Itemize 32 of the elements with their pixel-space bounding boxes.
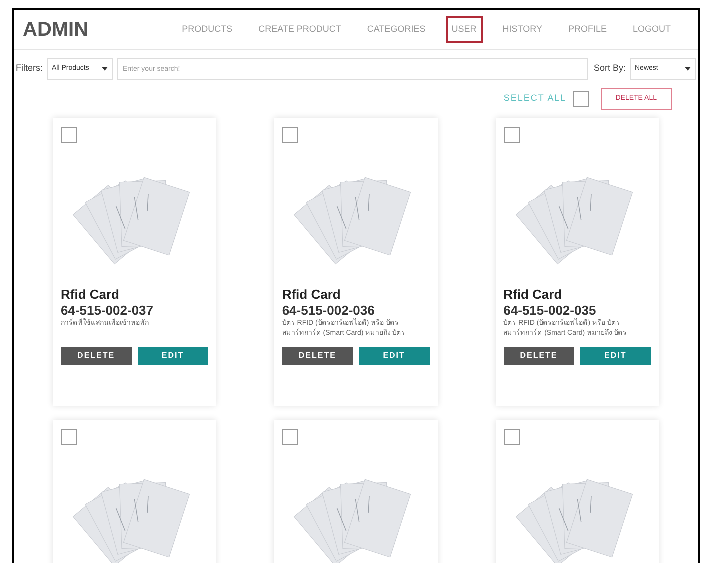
nav-link[interactable]: PROFILE	[562, 16, 613, 44]
checkbox[interactable]	[61, 429, 77, 445]
checkbox[interactable]	[504, 127, 520, 143]
app-title: ADMIN	[23, 18, 89, 42]
nav-link[interactable]: CATEGORIES	[361, 16, 432, 44]
product-code: 64-515-002-035	[504, 303, 598, 318]
checkbox[interactable]	[282, 429, 298, 445]
caret-icon	[685, 67, 691, 71]
sort-label: Sort By:	[594, 62, 626, 76]
checkbox[interactable]	[572, 91, 589, 107]
checkbox[interactable]	[282, 127, 298, 143]
edit-button[interactable]: EDIT	[580, 347, 651, 365]
edit-button[interactable]: EDIT	[138, 347, 208, 365]
product-name: Rfid Card	[61, 287, 120, 303]
nav-link[interactable]: CREATE PRODUCT	[252, 16, 348, 44]
product-name: Rfid Card	[504, 287, 564, 303]
nav-link[interactable]: PRODUCTS	[176, 16, 239, 44]
delete-button[interactable]: DELETE	[282, 347, 353, 365]
delete-button[interactable]: DELETE	[61, 347, 132, 365]
delete-button[interactable]: DELETE	[504, 347, 574, 365]
select-all-label: SELECT ALL	[504, 92, 567, 106]
nav-link[interactable]: HISTORY	[496, 16, 548, 44]
nav-link[interactable]: LOGOUT	[626, 16, 677, 44]
nav-link[interactable]: USER	[446, 16, 483, 44]
edit-button[interactable]: EDIT	[358, 347, 430, 365]
filters-label: Filters:	[16, 62, 43, 76]
product-code: 64-515-002-037	[61, 303, 155, 318]
product-name: Rfid Card	[282, 287, 342, 303]
checkbox[interactable]	[504, 429, 520, 445]
product-code: 64-515-002-036	[282, 303, 376, 318]
caret-icon	[102, 67, 108, 71]
checkbox[interactable]	[61, 127, 77, 143]
